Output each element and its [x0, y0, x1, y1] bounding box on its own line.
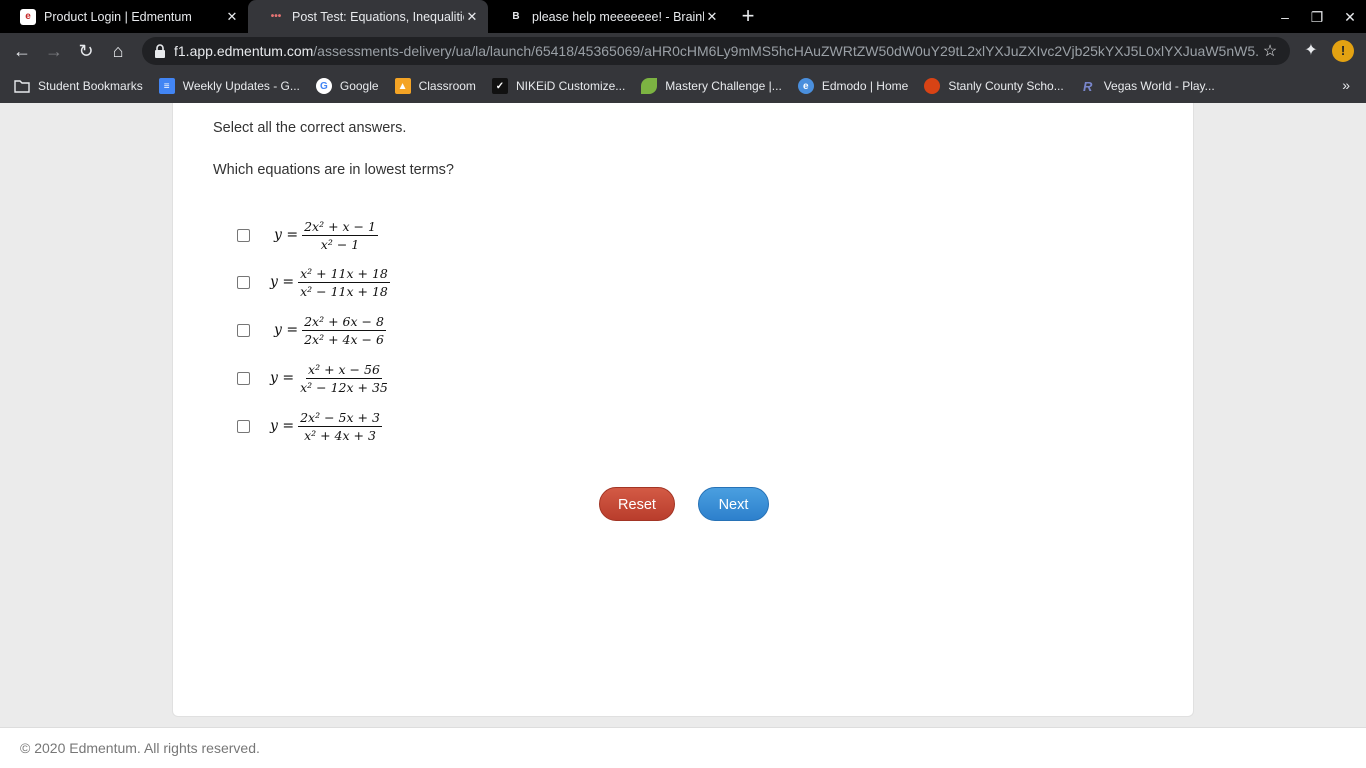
fraction: 2x² + 6x − 8 2x² + 4x − 6	[302, 314, 386, 347]
avatar[interactable]: !	[1332, 40, 1354, 62]
bookmark-stanly-county[interactable]: Stanly County Scho...	[924, 78, 1064, 94]
numerator: 2x² − 5x + 3	[298, 409, 382, 427]
puzzle-icon[interactable]: ✦	[1300, 40, 1322, 62]
bookmark-student-bookmarks[interactable]: Student Bookmarks	[14, 78, 143, 94]
forward-button[interactable]: →	[42, 39, 66, 63]
address-bar[interactable]: f1.app.edmentum.com/assessments-delivery…	[142, 37, 1290, 65]
answer-option[interactable]: y = 2x² + x − 1 x² − 1	[237, 215, 378, 255]
close-icon[interactable]: ✕	[224, 9, 240, 25]
answer-checkbox[interactable]	[237, 323, 250, 337]
edmentum-icon: e	[20, 8, 36, 25]
fraction: 2x² + x − 1 x² − 1	[302, 219, 378, 252]
bookmark-classroom[interactable]: ▲ Classroom	[394, 78, 476, 94]
nike-icon: ✓	[491, 78, 508, 94]
back-button[interactable]: ←	[10, 39, 34, 63]
fraction: 2x² − 5x + 3 x² + 4x + 3	[298, 410, 382, 443]
bookmarks-overflow-icon[interactable]: »	[1342, 77, 1350, 93]
tab-title: please help meeeeeee! - Brainly.c	[532, 9, 704, 24]
copyright-text: © 2020 Edmentum. All rights reserved.	[20, 740, 260, 756]
lock-icon	[155, 44, 165, 58]
equation: y = x² + x − 56 x² − 12x + 35	[270, 361, 390, 395]
bookmark-star-icon[interactable]: ☆	[1260, 41, 1280, 61]
google-icon: G	[315, 78, 332, 94]
apple-icon	[924, 78, 941, 94]
fraction: x² + 11x + 18 x² − 11x + 18	[298, 266, 390, 299]
answer-checkbox[interactable]	[237, 371, 250, 385]
restore-button[interactable]: ❐	[1306, 6, 1328, 28]
tab-strip: e Product Login | Edmentum ✕ ••• Post Te…	[0, 0, 1366, 33]
denominator: x² − 12x + 35	[300, 379, 388, 395]
close-icon[interactable]: ✕	[704, 9, 720, 25]
denominator: x² − 1	[320, 236, 360, 252]
numerator: 2x² + x − 1	[302, 218, 378, 236]
url-text: f1.app.edmentum.com/assessments-delivery…	[174, 43, 1260, 59]
minimize-button[interactable]: –	[1274, 6, 1296, 28]
bookmark-google[interactable]: G Google	[315, 78, 379, 94]
page-footer: © 2020 Edmentum. All rights reserved.	[0, 727, 1366, 768]
bookmarks-bar: Student Bookmarks ≡ Weekly Updates - G..…	[0, 69, 1366, 103]
equation: y = 2x² + x − 1 x² − 1	[274, 218, 378, 252]
bookmark-nikeid[interactable]: ✓ NIKEiD Customize...	[491, 78, 625, 94]
folder-icon	[14, 78, 30, 94]
tab-title: Post Test: Equations, Inequalitie	[292, 9, 464, 24]
answer-option[interactable]: y = x² + 11x + 18 x² − 11x + 18	[237, 262, 390, 302]
bookmark-weekly-updates[interactable]: ≡ Weekly Updates - G...	[158, 78, 300, 94]
bookmark-edmodo[interactable]: e Edmodo | Home	[797, 78, 908, 94]
tab-brainly[interactable]: B please help meeeeeee! - Brainly.c ✕	[488, 0, 728, 33]
brainly-icon: B	[512, 11, 520, 22]
new-tab-button[interactable]: +	[736, 4, 760, 28]
numerator: x² + 11x + 18	[298, 265, 390, 283]
close-icon[interactable]: ✕	[464, 9, 480, 25]
leaf-icon	[641, 78, 658, 94]
google-docs-icon: ≡	[158, 78, 175, 94]
answer-option[interactable]: y = x² + x − 56 x² − 12x + 35	[237, 358, 390, 398]
bookmark-mastery-challenge[interactable]: Mastery Challenge |...	[641, 78, 782, 94]
denominator: 2x² + 4x − 6	[304, 331, 384, 347]
reset-button[interactable]: Reset	[599, 487, 675, 521]
answer-option[interactable]: y = 2x² + 6x − 8 2x² + 4x − 6	[237, 310, 386, 350]
assessment-panel: Select all the correct answers. Which eq…	[172, 103, 1194, 717]
equation: y = x² + 11x + 18 x² − 11x + 18	[270, 265, 390, 299]
answer-checkbox[interactable]	[237, 228, 250, 242]
home-button[interactable]: ⌂	[106, 39, 130, 63]
equation: y = 2x² + 6x − 8 2x² + 4x − 6	[274, 313, 386, 347]
bookmark-vegas-world[interactable]: R Vegas World - Play...	[1080, 78, 1215, 94]
edmentum-dots-icon: •••	[270, 11, 282, 22]
edmodo-icon: e	[797, 78, 814, 94]
window-close-button[interactable]: ✕	[1339, 6, 1361, 28]
question-text: Which equations are in lowest terms?	[213, 162, 454, 178]
tab-post-test[interactable]: ••• Post Test: Equations, Inequalitie ✕	[248, 0, 488, 33]
denominator: x² + 4x + 3	[304, 427, 376, 443]
numerator: 2x² + 6x − 8	[302, 313, 386, 331]
answer-checkbox[interactable]	[237, 419, 250, 433]
tab-product-login[interactable]: e Product Login | Edmentum ✕	[0, 0, 248, 33]
numerator: x² + x − 56	[306, 361, 382, 379]
vegas-world-icon: R	[1083, 78, 1093, 94]
equation: y = 2x² − 5x + 3 x² + 4x + 3	[270, 409, 382, 443]
tab-title: Product Login | Edmentum	[44, 9, 192, 24]
answer-checkbox[interactable]	[237, 275, 250, 289]
fraction: x² + x − 56 x² − 12x + 35	[298, 362, 390, 395]
reload-button[interactable]: ↻	[74, 39, 98, 63]
answer-option[interactable]: y = 2x² − 5x + 3 x² + 4x + 3	[237, 406, 382, 446]
next-button[interactable]: Next	[698, 487, 769, 521]
instruction-text: Select all the correct answers.	[213, 120, 407, 136]
denominator: x² − 11x + 18	[300, 283, 388, 299]
browser-toolbar: ← → ↻ ⌂ f1.app.edmentum.com/assessments-…	[0, 33, 1366, 69]
classroom-icon: ▲	[394, 78, 411, 94]
